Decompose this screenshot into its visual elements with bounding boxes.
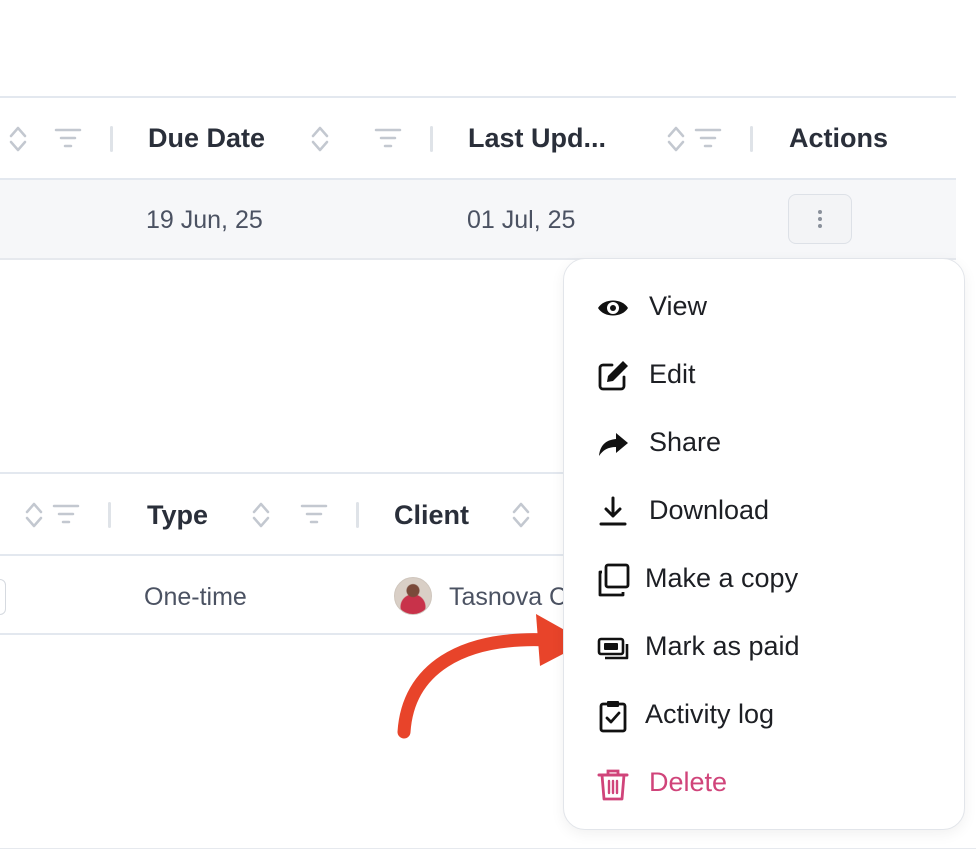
more-vertical-icon <box>818 210 822 228</box>
menu-item-share[interactable]: Share <box>564 415 964 471</box>
download-icon <box>599 496 627 526</box>
column-separator[interactable] <box>430 126 433 152</box>
column-header-actions: Actions <box>789 123 889 153</box>
menu-item-mark-as-paid[interactable]: Mark as paid <box>564 619 964 675</box>
table-bottom-edge <box>0 848 976 849</box>
sort-icon[interactable] <box>666 124 686 154</box>
column-header-type[interactable]: Type <box>147 500 208 531</box>
copy-icon <box>598 563 630 597</box>
menu-item-label: Edit <box>649 359 696 389</box>
column-separator[interactable] <box>110 126 113 152</box>
due-date-cell: 19 Jun, 25 <box>146 206 263 234</box>
column-separator[interactable] <box>750 126 753 152</box>
menu-item-edit[interactable]: Edit <box>564 347 964 403</box>
menu-item-view[interactable]: View <box>564 279 964 335</box>
filter-icon[interactable] <box>694 127 722 149</box>
menu-item-label: Mark as paid <box>645 631 800 661</box>
sort-icon[interactable] <box>511 500 531 530</box>
column-separator[interactable] <box>108 502 111 528</box>
sort-icon[interactable] <box>251 500 271 530</box>
menu-item-label: Make a copy <box>645 563 799 593</box>
share-icon <box>599 433 628 456</box>
table-bottom-border <box>0 472 575 474</box>
menu-item-label: Activity log <box>645 699 775 729</box>
menu-item-download[interactable]: Download <box>564 483 964 539</box>
row-actions-menu: View Edit Share Download Make a copy Mar… <box>563 258 965 830</box>
clipboard-check-icon <box>599 701 627 733</box>
menu-item-make-copy[interactable]: Make a copy <box>564 551 964 607</box>
menu-item-label: Delete <box>649 767 728 797</box>
column-header-last-updated[interactable]: Last Upd... <box>468 123 606 154</box>
filter-icon[interactable] <box>300 503 328 525</box>
menu-item-activity-log[interactable]: Activity log <box>564 687 964 743</box>
sort-icon[interactable] <box>310 124 330 154</box>
column-header-due-date[interactable]: Due Date <box>148 123 265 154</box>
filter-icon[interactable] <box>54 127 82 149</box>
row-actions-button[interactable] <box>788 194 852 244</box>
type-cell: One-time <box>144 583 247 611</box>
column-header-client[interactable]: Client <box>394 500 469 531</box>
menu-item-label: View <box>649 291 708 321</box>
eye-icon <box>598 300 628 316</box>
trash-icon <box>597 769 629 801</box>
row-checkbox[interactable] <box>0 579 6 615</box>
payment-icon <box>597 637 629 660</box>
table-top-border <box>0 96 956 98</box>
annotation-arrow <box>397 614 586 739</box>
column-separator[interactable] <box>356 502 359 528</box>
sort-icon[interactable] <box>24 500 44 530</box>
menu-item-label: Share <box>649 427 722 457</box>
filter-icon[interactable] <box>374 127 402 149</box>
header-divider <box>0 554 575 556</box>
filter-icon[interactable] <box>52 503 80 525</box>
last-updated-cell: 01 Jul, 25 <box>467 206 576 234</box>
sort-icon[interactable] <box>8 124 28 154</box>
edit-icon <box>598 361 628 391</box>
menu-item-delete[interactable]: Delete <box>564 755 964 811</box>
menu-item-label: Download <box>649 495 770 525</box>
